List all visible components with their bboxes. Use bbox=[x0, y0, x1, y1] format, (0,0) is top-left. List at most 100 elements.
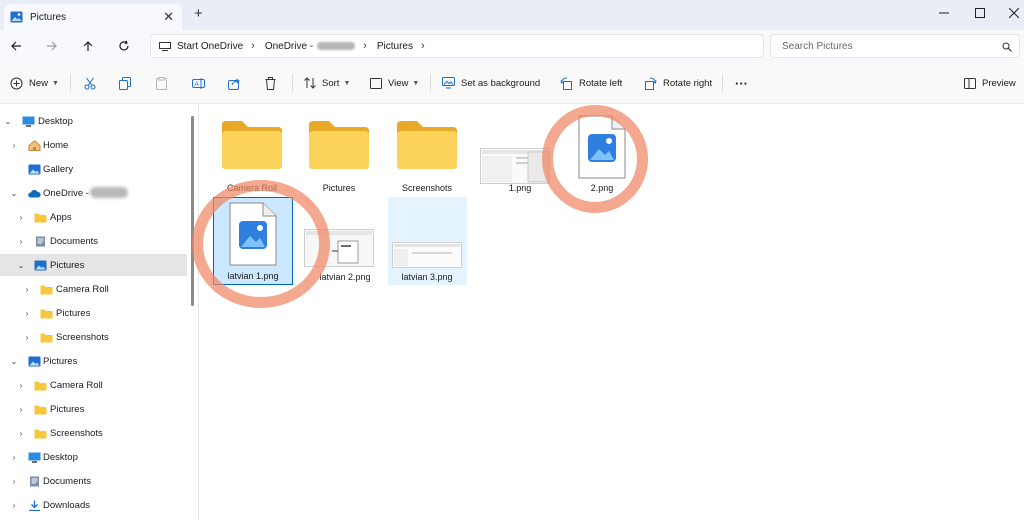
sidebar-item-camera-roll[interactable]: › Camera Roll bbox=[0, 278, 190, 300]
chevron-down-icon: ▼ bbox=[343, 79, 351, 87]
chevron-right-icon[interactable]: › bbox=[421, 40, 425, 52]
chevron-right-icon[interactable]: › bbox=[22, 309, 32, 318]
annotation-circle bbox=[542, 105, 648, 213]
sidebar-item-screenshots[interactable]: › Screenshots bbox=[0, 326, 190, 348]
crumb-pictures[interactable]: Pictures bbox=[377, 41, 413, 52]
command-bar: New ▼ A Sort ▼ View ▼ Set as background … bbox=[0, 62, 1024, 104]
share-button[interactable] bbox=[228, 74, 241, 92]
file-tile-pictures[interactable]: Pictures bbox=[300, 112, 378, 202]
chevron-down-icon[interactable]: ⌄ bbox=[3, 117, 13, 126]
sidebar-item-pictures-2[interactable]: › Pictures bbox=[0, 398, 190, 420]
chevron-down-icon[interactable]: ⌄ bbox=[16, 261, 26, 270]
folder-icon bbox=[40, 285, 53, 294]
copy-button[interactable] bbox=[119, 74, 131, 92]
tab-pictures[interactable]: Pictures ✕ bbox=[4, 4, 182, 30]
close-icon[interactable] bbox=[994, 2, 1024, 24]
folder-icon bbox=[34, 429, 47, 438]
sidebar-item-desktop-2[interactable]: › Desktop bbox=[0, 446, 190, 468]
paste-icon bbox=[156, 76, 167, 90]
chevron-right-icon[interactable]: › bbox=[22, 333, 32, 342]
rotate-left-button[interactable]: Rotate left bbox=[560, 74, 622, 92]
delete-button[interactable] bbox=[265, 74, 276, 92]
sidebar-item-downloads[interactable]: › Downloads bbox=[0, 494, 190, 516]
divider bbox=[70, 74, 71, 92]
chevron-right-icon[interactable]: › bbox=[251, 40, 255, 52]
file-tile-latvian-3-png[interactable]: latvian 3.png bbox=[388, 197, 467, 285]
set-as-background-button[interactable]: Set as background bbox=[442, 74, 540, 92]
crumb-start-onedrive[interactable]: Start OneDrive bbox=[177, 41, 243, 52]
sidebar-label: Downloads bbox=[43, 499, 90, 511]
sort-button[interactable]: Sort ▼ bbox=[304, 74, 350, 92]
chevron-right-icon[interactable]: › bbox=[16, 405, 26, 414]
tab-close-icon[interactable]: ✕ bbox=[163, 9, 174, 25]
gallery-icon bbox=[28, 164, 41, 174]
sidebar-item-screenshots-2[interactable]: › Screenshots bbox=[0, 422, 190, 444]
back-icon[interactable] bbox=[6, 37, 26, 55]
sidebar-scrollbar[interactable] bbox=[191, 116, 194, 306]
redacted-name bbox=[317, 42, 356, 50]
plus-circle-icon bbox=[10, 77, 23, 89]
chevron-right-icon[interactable]: › bbox=[9, 501, 19, 510]
new-button[interactable]: New ▼ bbox=[10, 74, 59, 92]
sidebar-item-pictures-selected[interactable]: ⌄ Pictures bbox=[0, 254, 187, 276]
sidebar-item-pictures-sub[interactable]: › Pictures bbox=[0, 302, 190, 324]
up-icon[interactable] bbox=[78, 37, 98, 55]
sidebar-item-desktop[interactable]: ⌄ Desktop bbox=[0, 110, 190, 132]
sidebar-label: Desktop bbox=[43, 451, 78, 463]
minimize-icon[interactable] bbox=[924, 2, 964, 24]
rotate-right-button[interactable]: Rotate right bbox=[644, 74, 712, 92]
sidebar-item-camera-roll-2[interactable]: › Camera Roll bbox=[0, 374, 190, 396]
folder-icon bbox=[222, 121, 282, 169]
rename-button[interactable]: A bbox=[192, 74, 205, 92]
file-explorer-window: { "window": { "tab_title": "Pictures", "… bbox=[0, 0, 1024, 520]
pictures-icon bbox=[34, 260, 47, 270]
forward-icon[interactable] bbox=[42, 37, 62, 55]
sidebar-label: Documents bbox=[43, 475, 92, 487]
sidebar-label: Pictures bbox=[50, 259, 85, 271]
divider bbox=[722, 74, 723, 92]
paste-button[interactable] bbox=[156, 74, 167, 92]
file-name: Pictures bbox=[322, 183, 356, 193]
view-label: View bbox=[388, 77, 409, 89]
sidebar-label: Home bbox=[43, 139, 69, 151]
sidebar-item-apps[interactable]: › Apps bbox=[0, 206, 190, 228]
sidebar-item-gallery[interactable]: Gallery bbox=[0, 158, 190, 180]
new-tab-button[interactable]: + bbox=[194, 5, 203, 22]
redacted-name bbox=[90, 187, 128, 198]
search-input[interactable]: Search Pictures bbox=[770, 34, 1020, 58]
chevron-right-icon[interactable]: › bbox=[16, 381, 26, 390]
file-tile-screenshots[interactable]: Screenshots bbox=[388, 112, 466, 202]
sidebar-item-pictures-library[interactable]: ⌄ Pictures bbox=[0, 350, 190, 372]
scissors-icon bbox=[84, 77, 96, 89]
chevron-right-icon[interactable]: › bbox=[9, 477, 19, 486]
view-button[interactable]: View ▼ bbox=[370, 74, 419, 92]
chevron-right-icon[interactable]: › bbox=[9, 453, 19, 462]
chevron-right-icon[interactable]: › bbox=[16, 429, 26, 438]
annotation-circle bbox=[192, 180, 330, 308]
file-name: latvian 3.png bbox=[401, 272, 453, 282]
chevron-right-icon[interactable]: › bbox=[16, 237, 26, 246]
chevron-right-icon[interactable]: › bbox=[22, 285, 32, 294]
svg-text:A: A bbox=[195, 81, 200, 88]
crumb-onedrive[interactable]: OneDrive - bbox=[265, 41, 313, 52]
sort-label: Sort bbox=[322, 77, 340, 89]
chevron-right-icon[interactable]: › bbox=[9, 141, 19, 150]
folder-icon bbox=[397, 121, 457, 169]
chevron-down-icon[interactable]: ⌄ bbox=[9, 189, 19, 198]
more-options-button[interactable]: ··· bbox=[735, 74, 748, 92]
sidebar-item-documents[interactable]: › Documents bbox=[0, 230, 190, 252]
preview-button[interactable]: Preview bbox=[964, 74, 1016, 92]
refresh-icon[interactable] bbox=[114, 37, 134, 55]
sidebar-item-documents-2[interactable]: › Documents bbox=[0, 470, 190, 492]
sidebar-item-onedrive[interactable]: ⌄ OneDrive - bbox=[0, 182, 190, 204]
chevron-right-icon[interactable]: › bbox=[363, 40, 367, 52]
sidebar-item-home[interactable]: › Home bbox=[0, 134, 190, 156]
folder-icon bbox=[34, 381, 47, 390]
sidebar-label: Pictures bbox=[50, 403, 85, 415]
chevron-right-icon[interactable]: › bbox=[16, 213, 26, 222]
cut-button[interactable] bbox=[84, 74, 96, 92]
preview-pane-icon bbox=[964, 77, 976, 89]
chevron-down-icon[interactable]: ⌄ bbox=[9, 357, 19, 366]
rotate-left-label: Rotate left bbox=[579, 77, 623, 89]
breadcrumb[interactable]: Start OneDrive › OneDrive - › Pictures › bbox=[150, 34, 764, 58]
